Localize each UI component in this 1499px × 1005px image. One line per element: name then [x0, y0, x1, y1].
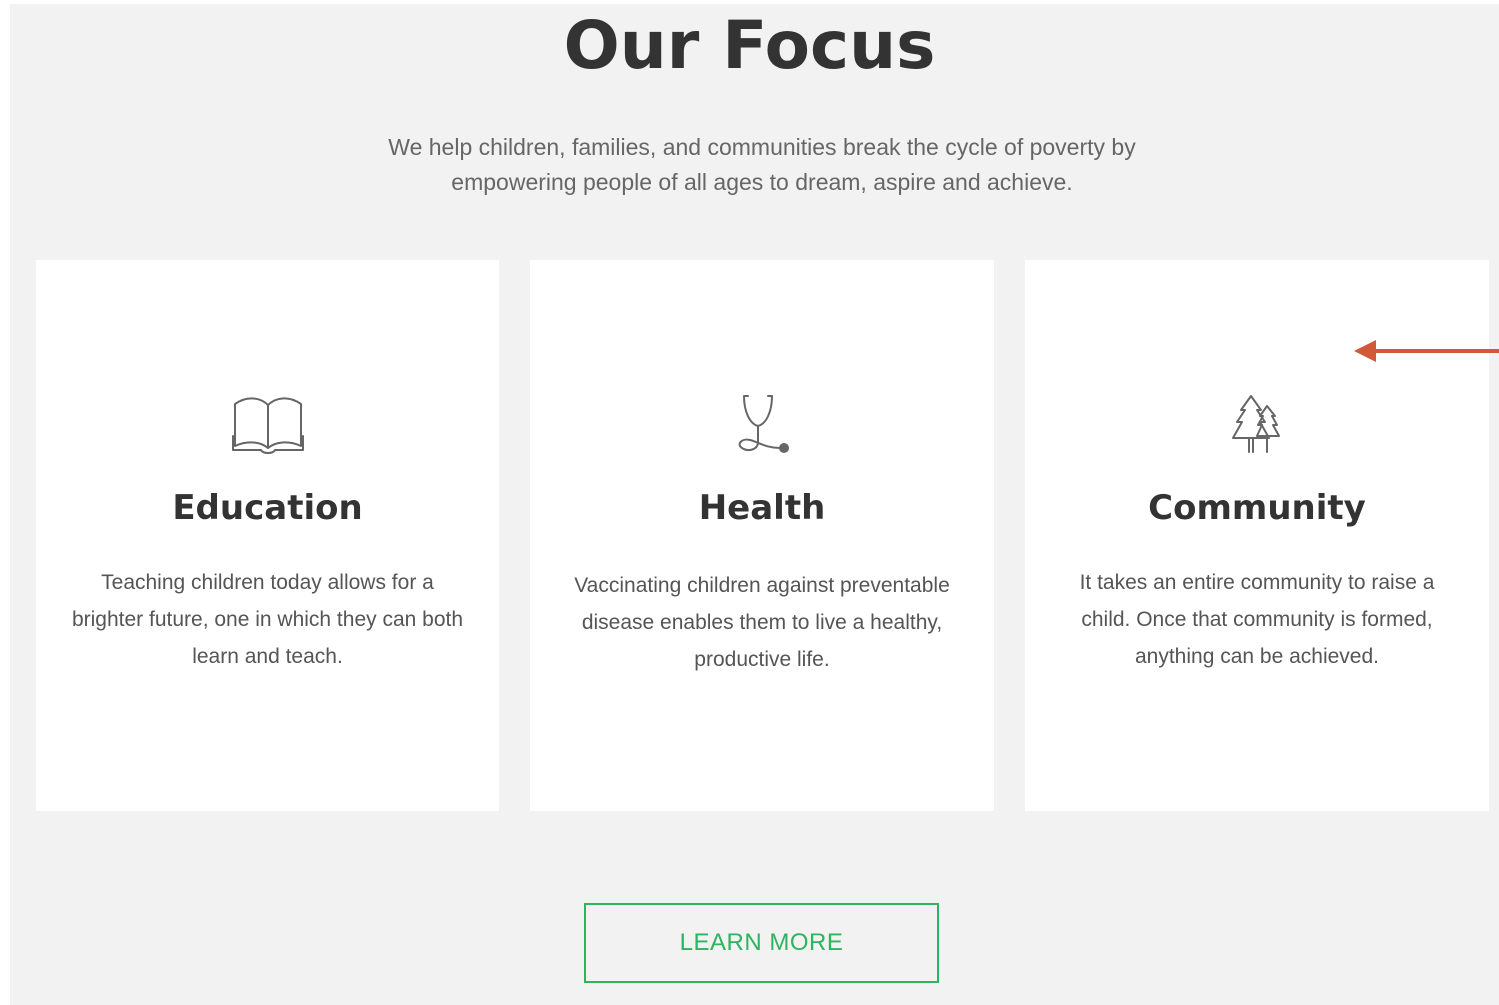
focus-card-health: Health Vaccinating children against prev…	[530, 260, 994, 811]
card-heading: Community	[1148, 488, 1366, 528]
trees-icon	[1232, 395, 1280, 453]
section-subtitle: We help children, families, and communit…	[388, 134, 1136, 195]
focus-card-education: Education Teaching children today allows…	[36, 260, 499, 811]
card-heading: Education	[172, 488, 363, 528]
left-arrow-icon	[1354, 340, 1499, 362]
section-title: Our Focus	[563, 7, 936, 84]
learn-more-button[interactable]: LEARN MORE	[584, 903, 939, 983]
card-description: Vaccinating children against preventable…	[574, 574, 950, 671]
card-heading: Health	[698, 488, 826, 528]
card-description: It takes an entire community to raise a …	[1079, 571, 1435, 668]
card-description: Teaching children today allows for a bri…	[71, 571, 464, 668]
open-book-icon	[231, 397, 304, 454]
stethoscope-icon	[738, 395, 789, 453]
